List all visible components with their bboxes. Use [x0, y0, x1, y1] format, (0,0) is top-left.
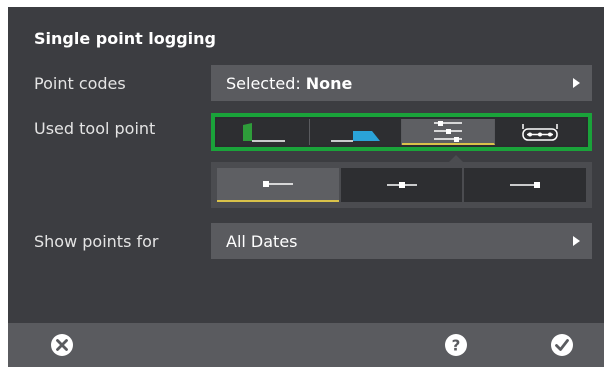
point-center-icon [386, 182, 417, 188]
point-left-button[interactable] [217, 168, 339, 202]
arrow-right-icon [573, 236, 580, 246]
tool-bucket-left-edge-button[interactable] [217, 119, 310, 145]
used-tool-point-label: Used tool point [34, 119, 156, 138]
point-codes-label: Point codes [34, 74, 126, 93]
svg-text:?: ? [452, 337, 461, 355]
selector-caret [449, 155, 463, 162]
bucket-right-edge-icon [331, 131, 381, 142]
show-points-for-select[interactable]: All Dates [211, 223, 592, 259]
close-circle-icon[interactable] [50, 333, 74, 357]
point-codes-value: None [305, 73, 353, 93]
point-left-icon [262, 181, 293, 187]
tool-bucket-right-edge-button[interactable] [309, 119, 402, 145]
point-right-button[interactable] [464, 168, 587, 202]
check-circle-icon[interactable] [550, 333, 574, 357]
tool-track-undercarriage-button[interactable] [494, 119, 586, 145]
point-right-icon [510, 182, 541, 188]
blade-adjust-icon [433, 121, 462, 142]
track-undercarriage-icon [522, 124, 558, 141]
tool-point-selector [211, 113, 592, 151]
tool-blade-adjust-button[interactable] [402, 119, 495, 145]
point-codes-prefix: Selected: [226, 73, 301, 93]
dialog-title: Single point logging [34, 29, 217, 48]
arrow-right-icon [573, 78, 580, 88]
show-points-for-value: All Dates [226, 231, 298, 251]
show-points-for-label: Show points for [34, 232, 159, 251]
tool-point-sub-selector [211, 162, 592, 208]
point-codes-select[interactable]: Selected: None [211, 65, 592, 101]
bucket-left-edge-icon [242, 123, 285, 142]
single-point-logging-dialog: Single point logging Point codes Selecte… [8, 7, 604, 367]
help-icon[interactable]: ? [444, 333, 468, 357]
dialog-footer: ? [8, 323, 604, 367]
point-center-button[interactable] [340, 168, 463, 202]
